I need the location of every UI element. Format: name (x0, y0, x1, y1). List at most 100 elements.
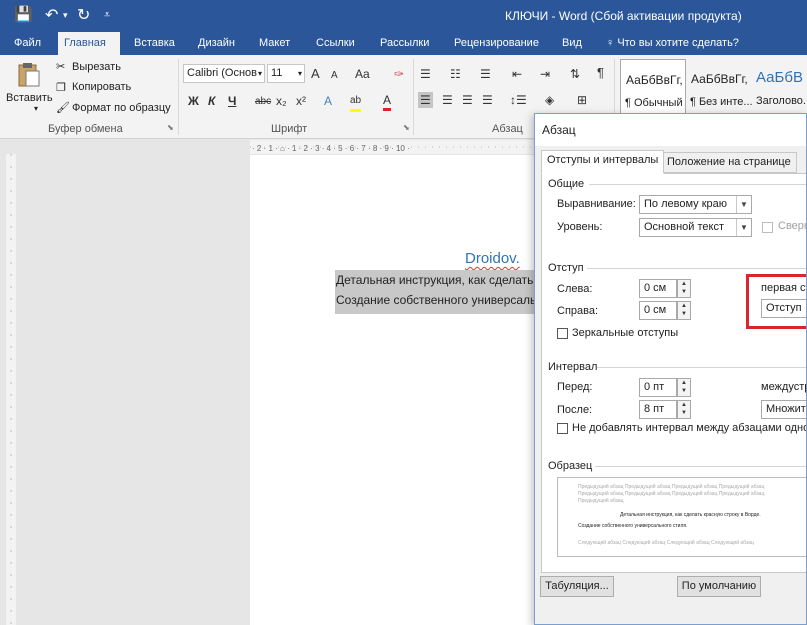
justify-icon[interactable]: ☰ (482, 92, 493, 108)
space-after-spinner[interactable]: ▲ ▼ (677, 400, 691, 419)
style-preview: АаБбВ (756, 69, 803, 86)
multilevel-list-icon[interactable]: ☰ (480, 66, 491, 82)
tab-mailings[interactable]: Рассылки (374, 32, 435, 55)
paste-dropdown-icon[interactable]: ▾ (34, 104, 38, 113)
tabs-button[interactable]: Табуляция... (540, 576, 614, 597)
font-color-icon[interactable]: A (383, 92, 392, 111)
style-heading-1[interactable]: АаБбВ Заголово... (754, 59, 807, 115)
highlight-icon[interactable]: ab (350, 93, 362, 112)
italic-button[interactable]: К (208, 93, 215, 109)
sort-icon[interactable]: ⇅ (570, 66, 580, 82)
copy-button[interactable]: Копировать (72, 81, 131, 93)
change-case-button[interactable]: Aa (355, 66, 370, 82)
align-left-icon[interactable]: ☰ (418, 92, 433, 108)
indent-left-spinner[interactable]: ▲ ▼ (677, 279, 691, 298)
chevron-down-icon: ▼ (736, 219, 751, 236)
line-spacing-label: междустро (761, 381, 806, 393)
indent-left-label: Слева: (557, 283, 593, 295)
preview-box: Предыдущий абзац Предыдущий абзац Предыд… (557, 477, 806, 557)
set-default-button[interactable]: По умолчанию (677, 576, 761, 597)
align-center-icon[interactable]: ☰ (442, 92, 453, 108)
paragraph-dialog: Абзац Отступы и интервалы Положение на с… (534, 113, 807, 625)
level-dropdown[interactable]: Основной текст ▼ (639, 218, 752, 237)
redo-icon[interactable]: ↻ (77, 5, 90, 25)
subscript-button[interactable]: x₂ (276, 93, 287, 109)
space-after-input[interactable]: 8 пт (639, 400, 677, 419)
bullets-icon[interactable]: ☰ (420, 66, 431, 82)
collapsed-checkbox[interactable] (762, 222, 773, 233)
alignment-dropdown[interactable]: По левому краю ▼ (639, 195, 752, 214)
tab-design[interactable]: Дизайн (192, 32, 241, 55)
paste-icon[interactable] (14, 61, 42, 89)
undo-icon[interactable]: ↶ (45, 5, 58, 25)
borders-icon[interactable]: ⊞ (577, 92, 587, 108)
section-spacing: Интервал (548, 361, 598, 373)
clear-formatting-icon[interactable]: ✑ (394, 66, 404, 82)
grow-font-icon[interactable]: A (311, 66, 320, 82)
mirror-indents-checkbox[interactable] (557, 328, 568, 339)
format-painter-button[interactable]: Формат по образцу (72, 102, 171, 114)
pilcrow-icon[interactable]: ¶ (597, 65, 604, 81)
shrink-font-icon[interactable]: A (331, 68, 338, 84)
text-effects-icon[interactable]: A (324, 93, 332, 109)
divider (587, 268, 806, 269)
underline-button[interactable]: Ч (228, 93, 236, 109)
copy-icon: ❐ (56, 82, 66, 94)
superscript-button[interactable]: x² (296, 93, 306, 109)
numbering-icon[interactable]: ☷ (450, 66, 461, 82)
space-before-input[interactable]: 0 пт (639, 378, 677, 397)
save-icon[interactable]: 💾 (14, 5, 33, 23)
horizontal-ruler[interactable]: · 2 · 1 · ⌂ · 1 · 2 · 3 · 4 · 5 · 6 · 7 … (250, 140, 550, 154)
tab-indents-spacing[interactable]: Отступы и интервалы (541, 150, 665, 174)
selected-text-line[interactable]: Детальная инструкция, как сделать (335, 270, 550, 290)
align-right-icon[interactable]: ☰ (462, 92, 473, 108)
undo-dropdown-icon[interactable]: ▾ (63, 10, 68, 21)
font-group-label: Шрифт (271, 123, 308, 135)
shading-icon[interactable]: ◈ (545, 92, 554, 108)
bold-button[interactable]: Ж (188, 93, 199, 109)
tab-view[interactable]: Вид (556, 32, 588, 55)
tab-references[interactable]: Ссылки (310, 32, 361, 55)
increase-indent-icon[interactable]: ⇥ (540, 66, 550, 82)
no-space-checkbox[interactable] (557, 423, 568, 434)
tab-review[interactable]: Рецензирование (448, 32, 545, 55)
tab-line-page-breaks[interactable]: Положение на странице (661, 152, 797, 173)
document-heading[interactable]: Droidov. (465, 250, 520, 267)
strikethrough-button[interactable]: abc (255, 94, 271, 110)
tab-home[interactable]: Главная (58, 32, 120, 55)
clipboard-launcher-icon[interactable]: ⬊ (167, 123, 174, 132)
style-no-spacing[interactable]: АаБбВвГг, ¶ Без инте... (688, 59, 752, 115)
indent-right-input[interactable]: 0 см (639, 301, 677, 320)
title-bar: 💾 ↶ ▾ ↻ ⩡ КЛЮЧИ - Word (Сбой активации п… (0, 0, 807, 32)
space-before-spinner[interactable]: ▲ ▼ (677, 378, 691, 397)
paste-button[interactable]: Вставить (6, 92, 53, 104)
preview-next-text: Следующий абзац Следующий абзац Следующи… (578, 540, 754, 546)
decrease-indent-icon[interactable]: ⇤ (512, 66, 522, 82)
style-name: ¶ Без инте... (690, 96, 752, 108)
line-spacing-dropdown[interactable]: Множите (761, 400, 806, 419)
vertical-ruler[interactable] (6, 154, 16, 625)
indent-right-spinner[interactable]: ▲ ▼ (677, 301, 691, 320)
line-spacing-icon[interactable]: ↕☰ (510, 92, 527, 108)
divider (589, 184, 806, 185)
group-divider (178, 59, 179, 135)
font-size-dropdown[interactable]: 11 ▾ (267, 64, 305, 83)
tab-layout[interactable]: Макет (253, 32, 296, 55)
tab-file[interactable]: Файл (8, 32, 47, 55)
font-launcher-icon[interactable]: ⬊ (403, 123, 410, 132)
tell-me-search[interactable]: ♀ Что вы хотите сделать? (600, 32, 745, 55)
document-page[interactable] (250, 155, 550, 625)
tab-insert[interactable]: Вставка (128, 32, 181, 55)
tell-me-label: Что вы хотите сделать? (617, 37, 739, 49)
dialog-title: Абзац (535, 114, 806, 146)
preview-previous-text: Предыдущий абзац Предыдущий абзац Предыд… (578, 491, 765, 497)
indent-left-input[interactable]: 0 см (639, 279, 677, 298)
paragraph-group-label: Абзац (492, 123, 523, 135)
style-normal[interactable]: АаБбВвГг, ¶ Обычный (620, 59, 686, 115)
customize-qat-icon[interactable]: ⩡ (104, 9, 110, 22)
clipboard-group-label: Буфер обмена (48, 123, 123, 135)
alignment-label: Выравнивание: (557, 198, 636, 210)
cut-button[interactable]: Вырезать (72, 61, 121, 73)
selected-text-line[interactable]: Создание собственного универсаль (335, 290, 550, 314)
font-name-dropdown[interactable]: Calibri (Основ ▾ (183, 64, 265, 83)
